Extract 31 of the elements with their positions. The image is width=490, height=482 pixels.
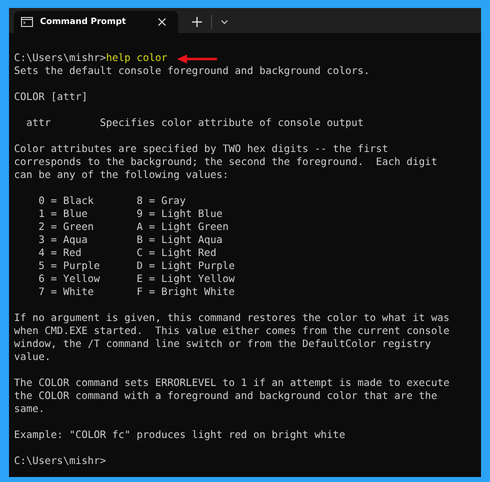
output-line: same.: [14, 403, 45, 416]
output-line: corresponds to the background; the second the foreground. Each digit: [14, 156, 438, 169]
output-line: Sets the default console foreground and background colors.: [14, 65, 370, 78]
tab-title: Command Prompt: [40, 17, 127, 27]
output-line: The COLOR command sets ERRORLEVEL to 1 if an attempt is made to execute: [14, 377, 450, 390]
output-line: If no argument is given, this command restores the color to what it was: [14, 312, 450, 325]
output-line: the COLOR command with a foreground and background color that are the: [14, 390, 438, 403]
output-line: 6 = Yellow E = Light Yellow: [38, 273, 235, 286]
output-line: attr Specifies color attribute of console output: [25, 117, 364, 130]
command-prompt: C:\Users\mishr>: [14, 455, 106, 468]
output-line: can be any of the following values:: [14, 169, 229, 182]
output-line: when CMD.EXE started. This value either comes from the current console: [14, 325, 450, 338]
output-line: window, the /T command line switch or from the DefaultColor registry: [14, 338, 432, 351]
output-line: 7 = White F = Bright White: [38, 286, 235, 299]
output-line: 1 = Blue 9 = Light Blue: [38, 208, 223, 221]
output-line: value.: [14, 351, 51, 364]
new-tab-icon[interactable]: [192, 17, 202, 27]
terminal-tab[interactable]: Command Prompt: [14, 11, 178, 33]
close-icon[interactable]: [158, 18, 166, 26]
output-line: COLOR [attr]: [14, 91, 88, 104]
terminal-icon: [21, 17, 33, 27]
output-line: 0 = Black 8 = Gray: [38, 195, 186, 208]
output-line: 3 = Aqua B = Light Aqua: [38, 234, 223, 247]
output-line: Color attributes are specified by TWO hex digits -- the first: [14, 143, 388, 156]
command-prompt: C:\Users\mishr>: [14, 52, 106, 65]
typed-command: help color: [106, 52, 168, 65]
output-line: Example: "COLOR fc" produces light red on bright white: [14, 429, 346, 442]
output-line: 2 = Green A = Light Green: [38, 221, 229, 234]
dropdown-chevron-icon[interactable]: [221, 20, 228, 24]
output-line: 4 = Red C = Light Red: [38, 247, 216, 260]
output-line: 5 = Purple D = Light Purple: [38, 260, 235, 273]
